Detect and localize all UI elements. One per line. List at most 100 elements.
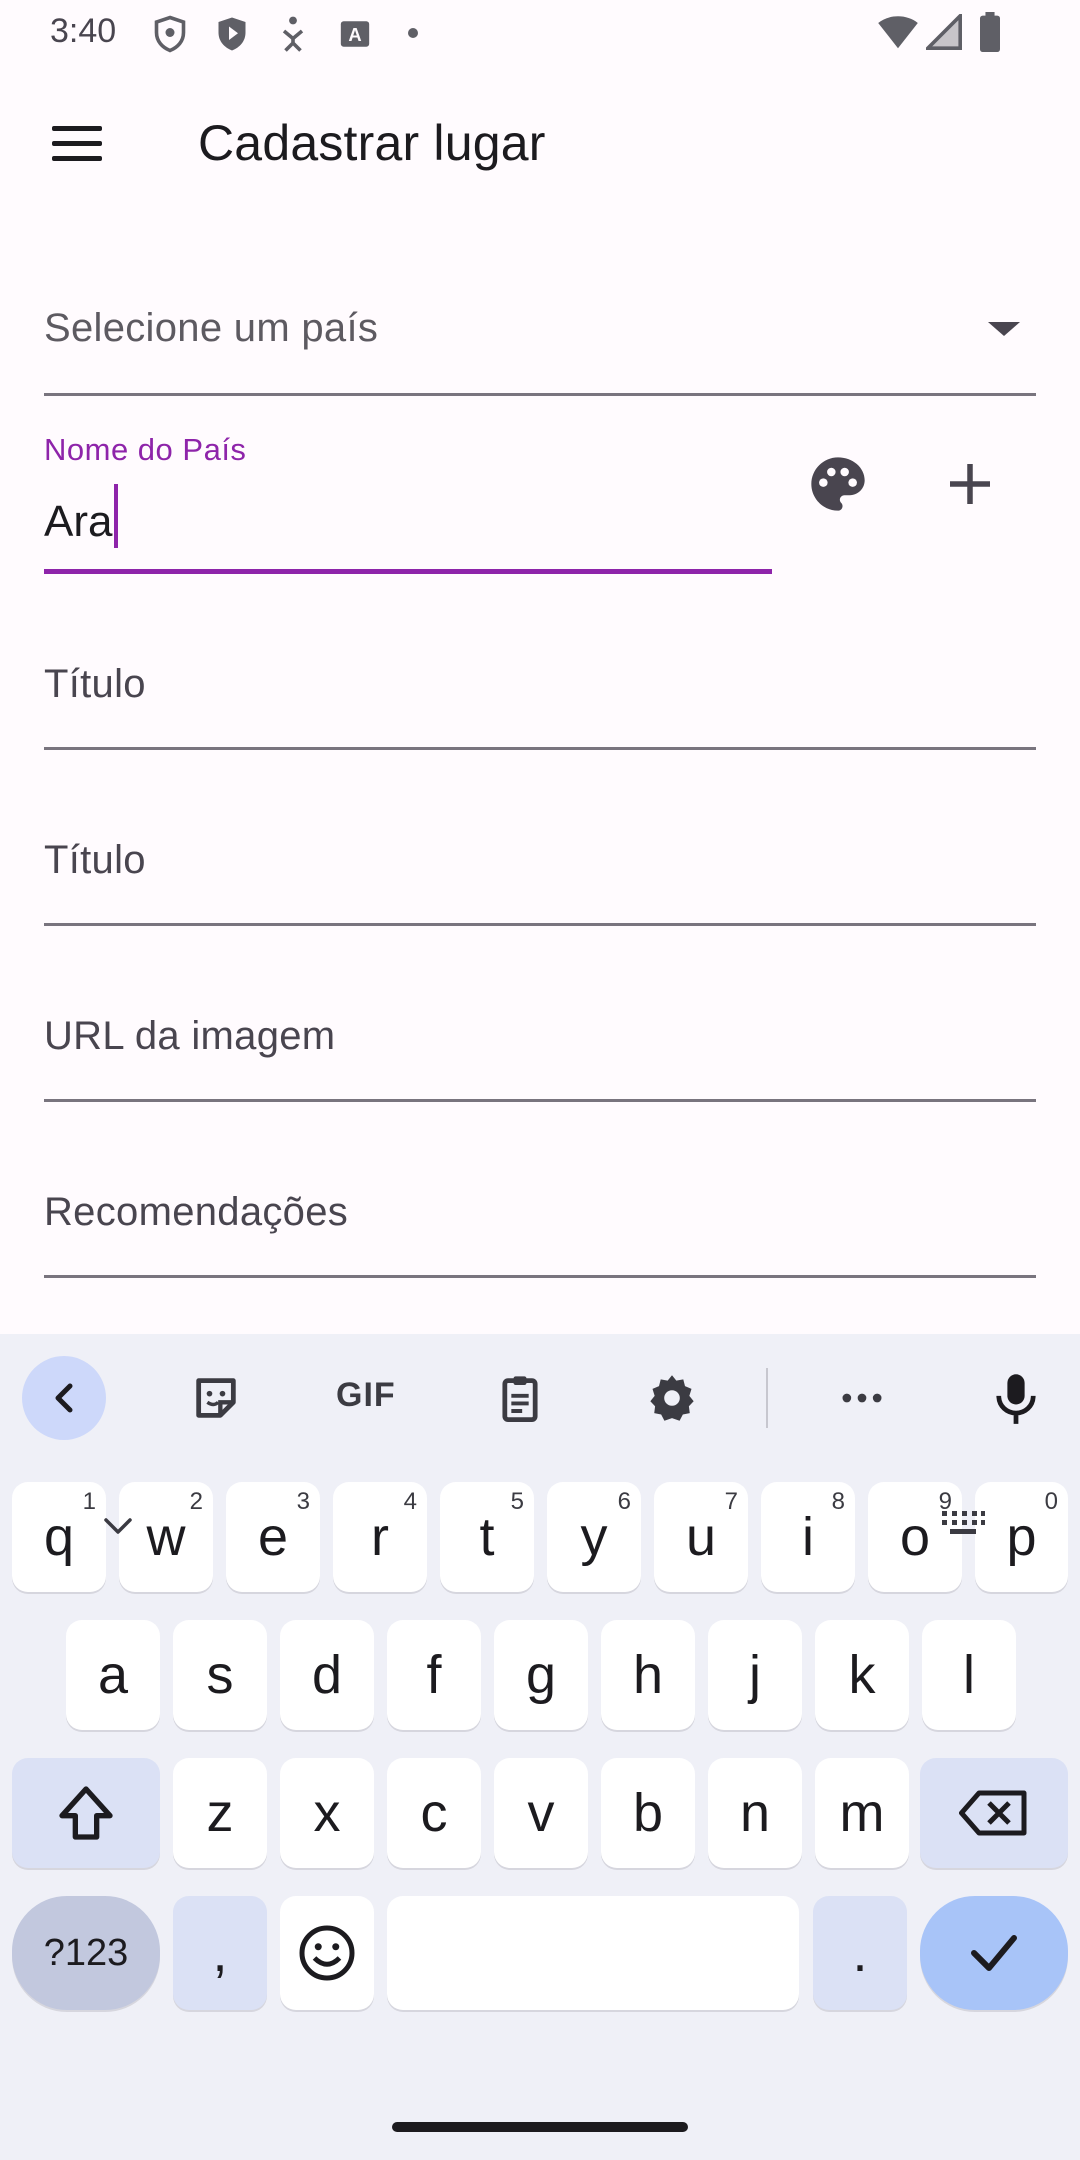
comma-key[interactable]: , xyxy=(173,1896,267,2010)
key-s[interactable]: s xyxy=(173,1620,267,1730)
key-i[interactable]: i8 xyxy=(761,1482,855,1592)
key-u[interactable]: u7 xyxy=(654,1482,748,1592)
toolbar-divider xyxy=(766,1368,768,1428)
soft-keyboard: GIF q1 w2 e3 r4 t5 y6 u7 i8 o9 p0 a s d … xyxy=(0,1334,1080,2160)
key-label: c xyxy=(420,1783,448,1843)
svg-text:A: A xyxy=(348,24,361,45)
key-v[interactable]: v xyxy=(494,1758,588,1868)
country-name-field[interactable]: Nome do País Ara xyxy=(44,420,772,576)
key-label: z xyxy=(206,1783,234,1843)
key-j[interactable]: j xyxy=(708,1620,802,1730)
settings-icon[interactable] xyxy=(630,1356,714,1440)
dot-icon xyxy=(408,28,418,38)
recommendations-field[interactable]: Recomendações xyxy=(44,1146,1036,1278)
key-y[interactable]: y6 xyxy=(547,1482,641,1592)
emoji-key[interactable] xyxy=(280,1896,374,2010)
title-field-1[interactable]: Título xyxy=(44,618,1036,750)
symbols-key[interactable]: ?123 xyxy=(12,1896,160,2010)
key-label: r xyxy=(371,1507,389,1567)
key-hint: 7 xyxy=(724,1488,738,1515)
key-hint: 1 xyxy=(82,1488,96,1515)
mic-icon[interactable] xyxy=(974,1356,1058,1440)
key-label: . xyxy=(852,1923,868,1983)
title-field-1-label: Título xyxy=(44,662,146,706)
key-q[interactable]: q1 xyxy=(12,1482,106,1592)
shift-icon xyxy=(59,1786,113,1840)
key-f[interactable]: f xyxy=(387,1620,481,1730)
hamburger-menu-icon[interactable] xyxy=(44,116,110,172)
recommendations-label: Recomendações xyxy=(44,1190,349,1234)
key-label: ?123 xyxy=(43,1931,129,1974)
country-select-placeholder: Selecione um país xyxy=(44,306,379,350)
key-n[interactable]: n xyxy=(708,1758,802,1868)
palette-icon[interactable] xyxy=(804,452,872,516)
recommendations-underline xyxy=(44,1275,1036,1278)
key-a[interactable]: a xyxy=(66,1620,160,1730)
key-g[interactable]: g xyxy=(494,1620,588,1730)
key-p[interactable]: p0 xyxy=(975,1482,1068,1592)
gif-icon[interactable]: GIF xyxy=(336,1376,396,1415)
key-hint: 0 xyxy=(1044,1488,1058,1515)
key-label: s xyxy=(206,1645,234,1705)
period-key[interactable]: . xyxy=(813,1896,907,2010)
key-t[interactable]: t5 xyxy=(440,1482,534,1592)
sticker-icon[interactable] xyxy=(174,1356,258,1440)
country-name-underline xyxy=(44,569,772,574)
country-name-input-wrap[interactable]: Ara xyxy=(44,484,119,548)
key-hint: 8 xyxy=(831,1488,845,1515)
emoji-icon xyxy=(299,1925,355,1981)
key-label: i xyxy=(802,1507,814,1567)
key-label: t xyxy=(479,1507,495,1567)
signal-icon xyxy=(926,14,962,50)
accessibility-icon xyxy=(282,16,304,52)
backspace-key[interactable] xyxy=(920,1758,1068,1868)
key-c[interactable]: c xyxy=(387,1758,481,1868)
key-m[interactable]: m xyxy=(815,1758,909,1868)
key-label: v xyxy=(527,1783,555,1843)
key-label: , xyxy=(212,1923,228,1983)
country-select-underline xyxy=(44,393,1036,396)
key-label: a xyxy=(97,1645,129,1705)
page-title: Cadastrar lugar xyxy=(198,115,546,171)
collapse-icon[interactable] xyxy=(22,1356,106,1440)
keyboard-toolbar: GIF xyxy=(0,1334,1080,1464)
key-z[interactable]: z xyxy=(173,1758,267,1868)
key-label: h xyxy=(632,1645,664,1705)
keyboard-a-icon: A xyxy=(340,21,370,47)
key-label: u xyxy=(685,1507,717,1567)
hide-keyboard-icon[interactable] xyxy=(100,1514,136,1538)
app-bar: Cadastrar lugar xyxy=(0,66,1080,222)
more-icon[interactable] xyxy=(820,1356,904,1440)
key-label: g xyxy=(525,1645,557,1705)
key-label: o xyxy=(899,1507,931,1567)
key-d[interactable]: d xyxy=(280,1620,374,1730)
keyboard-switch-icon[interactable] xyxy=(940,1508,986,1538)
key-hint: 4 xyxy=(403,1488,417,1515)
key-hint: 5 xyxy=(510,1488,524,1515)
image-url-label: URL da imagem xyxy=(44,1014,336,1058)
image-url-field[interactable]: URL da imagem xyxy=(44,970,1036,1102)
key-label: b xyxy=(632,1783,664,1843)
key-r[interactable]: r4 xyxy=(333,1482,427,1592)
battery-icon xyxy=(980,12,1000,52)
home-indicator[interactable] xyxy=(392,2122,688,2132)
key-hint: 6 xyxy=(617,1488,631,1515)
country-select[interactable]: Selecione um país xyxy=(44,268,1036,396)
shift-key[interactable] xyxy=(12,1758,160,1868)
enter-key[interactable] xyxy=(920,1896,1068,2010)
status-time: 3:40 xyxy=(50,12,117,50)
title-field-1-underline xyxy=(44,747,1036,750)
space-key[interactable] xyxy=(387,1896,799,2010)
add-button[interactable] xyxy=(940,452,1000,516)
key-h[interactable]: h xyxy=(601,1620,695,1730)
key-b[interactable]: b xyxy=(601,1758,695,1868)
key-label: l xyxy=(963,1645,975,1705)
key-k[interactable]: k xyxy=(815,1620,909,1730)
clipboard-icon[interactable] xyxy=(478,1356,562,1440)
title-field-2[interactable]: Título xyxy=(44,794,1036,926)
title-field-2-label: Título xyxy=(44,838,146,882)
key-e[interactable]: e3 xyxy=(226,1482,320,1592)
key-l[interactable]: l xyxy=(922,1620,1016,1730)
key-x[interactable]: x xyxy=(280,1758,374,1868)
image-url-underline xyxy=(44,1099,1036,1102)
